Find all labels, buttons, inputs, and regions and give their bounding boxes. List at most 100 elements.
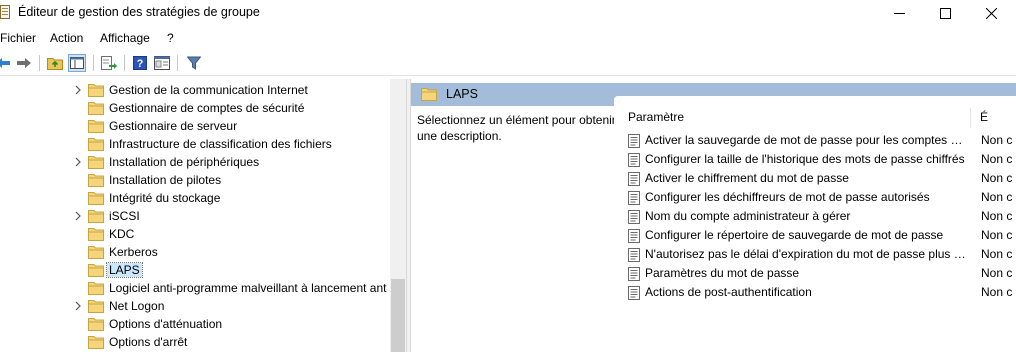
chevron-right-icon[interactable] xyxy=(74,84,82,96)
setting-state: Non c xyxy=(981,266,1013,280)
tree-item[interactable]: Gestionnaire de comptes de sécurité xyxy=(0,99,392,117)
tree-item-label: Logiciel anti-programme malveillant à la… xyxy=(109,281,387,295)
folder-icon xyxy=(88,84,104,97)
setting-row[interactable]: Activer le chiffrement du mot de passe No… xyxy=(614,169,1016,188)
tree-item[interactable]: LAPS xyxy=(0,261,392,279)
setting-row[interactable]: Configurer le répertoire de sauvegarde d… xyxy=(614,226,1016,245)
list-column-header: Paramètre É xyxy=(614,106,1016,128)
forward-button[interactable] xyxy=(15,54,33,72)
setting-row[interactable]: Actions de post-authentification Non c xyxy=(614,283,1016,302)
tree-item[interactable]: Gestionnaire de serveur xyxy=(0,117,392,135)
setting-name: Configurer les déchiffreurs de mot de pa… xyxy=(645,190,930,204)
setting-name: Activer le chiffrement du mot de passe xyxy=(645,171,849,185)
tree-scrollbar-thumb[interactable] xyxy=(391,279,405,352)
show-hide-tree-icon xyxy=(70,57,84,69)
menu-action[interactable]: Action xyxy=(50,31,83,45)
help-button[interactable]: ? xyxy=(131,54,149,72)
tree-item-label: LAPS xyxy=(106,262,143,278)
forward-arrow-icon xyxy=(17,58,31,68)
filter-icon xyxy=(187,56,201,70)
policy-setting-icon xyxy=(628,248,640,262)
tree-item[interactable]: Options d'arrêt xyxy=(0,333,392,351)
folder-icon xyxy=(88,102,104,115)
setting-row[interactable]: Configurer la taille de l'historique des… xyxy=(614,150,1016,169)
tree-item[interactable]: Kerberos xyxy=(0,243,392,261)
folder-icon xyxy=(88,210,104,223)
toolbar-separator xyxy=(177,55,178,71)
menu-help[interactable]: ? xyxy=(167,31,174,45)
setting-name: Nom du compte administrateur à gérer xyxy=(645,209,851,223)
export-list-button[interactable] xyxy=(100,54,118,72)
folder-icon xyxy=(88,318,104,331)
policy-setting-icon xyxy=(628,191,640,205)
chevron-right-icon[interactable] xyxy=(74,156,82,168)
tree-item-label: Gestionnaire de comptes de sécurité xyxy=(109,101,305,115)
tree-item[interactable]: Infrastructure de classification des fic… xyxy=(0,135,392,153)
maximize-icon xyxy=(939,7,951,19)
policy-setting-icon xyxy=(628,153,640,167)
tree-item[interactable]: Installation de pilotes xyxy=(0,171,392,189)
setting-row[interactable]: N'autorisez pas le délai d'expiration du… xyxy=(614,245,1016,264)
folder-icon xyxy=(421,88,437,101)
setting-row[interactable]: Configurer les déchiffreurs de mot de pa… xyxy=(614,188,1016,207)
menu-affichage[interactable]: Affichage xyxy=(100,31,150,45)
column-header-etat[interactable]: É xyxy=(980,110,988,124)
export-list-icon xyxy=(101,56,117,70)
menu-bar: Fichier Action Affichage ? xyxy=(0,28,1016,48)
setting-name: Configurer la taille de l'historique des… xyxy=(645,152,965,166)
tree-item-label: Gestionnaire de serveur xyxy=(109,119,238,133)
policy-setting-icon xyxy=(628,134,640,148)
setting-state: Non c xyxy=(981,209,1013,223)
properties-button[interactable] xyxy=(153,54,171,72)
up-one-level-button[interactable] xyxy=(46,54,64,72)
chevron-right-icon[interactable] xyxy=(74,300,82,312)
tree-item-label: Installation de pilotes xyxy=(109,173,222,187)
tree-item-label: iSCSI xyxy=(109,209,140,223)
tree-item[interactable]: Installation de périphériques xyxy=(0,153,392,171)
details-pane: LAPS Sélectionnez un élément pour obteni… xyxy=(411,79,1016,352)
toolbar-separator xyxy=(124,55,125,71)
toolbar-separator xyxy=(93,55,94,71)
setting-name: Activer la sauvegarde de mot de passe po… xyxy=(645,133,967,147)
tree-item[interactable]: Net Logon xyxy=(0,297,392,315)
folder-icon xyxy=(88,336,104,349)
setting-state: Non c xyxy=(981,133,1013,147)
filter-button[interactable] xyxy=(185,54,203,72)
description-text: Sélectionnez un élément pour obtenir une… xyxy=(417,113,616,143)
tree-item[interactable]: Options d'atténuation xyxy=(0,315,392,333)
tree-item-label: Installation de périphériques xyxy=(109,155,260,169)
setting-state: Non c xyxy=(981,171,1013,185)
setting-row[interactable]: Activer la sauvegarde de mot de passe po… xyxy=(614,131,1016,150)
chevron-right-icon[interactable] xyxy=(74,210,82,222)
folder-icon xyxy=(88,264,104,277)
tree-item[interactable]: Intégrité du stockage xyxy=(0,189,392,207)
show-hide-tree-button[interactable] xyxy=(68,54,86,72)
setting-state: Non c xyxy=(981,285,1013,299)
folder-icon xyxy=(88,300,104,313)
policy-setting-icon xyxy=(628,286,640,300)
folder-icon xyxy=(88,120,104,133)
policy-setting-icon xyxy=(628,229,640,243)
column-header-parametre[interactable]: Paramètre xyxy=(628,110,684,124)
setting-name: Paramètres du mot de passe xyxy=(645,266,800,280)
minimize-button[interactable] xyxy=(876,0,922,26)
tree-item[interactable]: KDC xyxy=(0,225,392,243)
tree-item[interactable]: Logiciel anti-programme malveillant à la… xyxy=(0,279,392,297)
tree-item[interactable]: iSCSI xyxy=(0,207,392,225)
column-divider[interactable] xyxy=(970,108,971,128)
close-button[interactable] xyxy=(968,0,1014,26)
maximize-button[interactable] xyxy=(922,0,968,26)
tree-item[interactable]: Gestion de la communication Internet xyxy=(0,81,392,99)
setting-state: Non c xyxy=(981,247,1013,261)
folder-icon xyxy=(88,138,104,151)
folder-icon xyxy=(88,192,104,205)
window-title: Éditeur de gestion des stratégies de gro… xyxy=(18,5,260,19)
setting-row[interactable]: Nom du compte administrateur à gérer Non … xyxy=(614,207,1016,226)
setting-row[interactable]: Paramètres du mot de passe Non c xyxy=(614,264,1016,283)
back-button[interactable] xyxy=(0,54,12,72)
tree-scrollbar[interactable] xyxy=(390,79,406,352)
setting-state: Non c xyxy=(981,152,1013,166)
settings-list: Paramètre É Activer la sauvegarde de mot… xyxy=(614,96,1016,352)
menu-fichier[interactable]: Fichier xyxy=(0,31,36,45)
close-icon xyxy=(985,7,997,19)
